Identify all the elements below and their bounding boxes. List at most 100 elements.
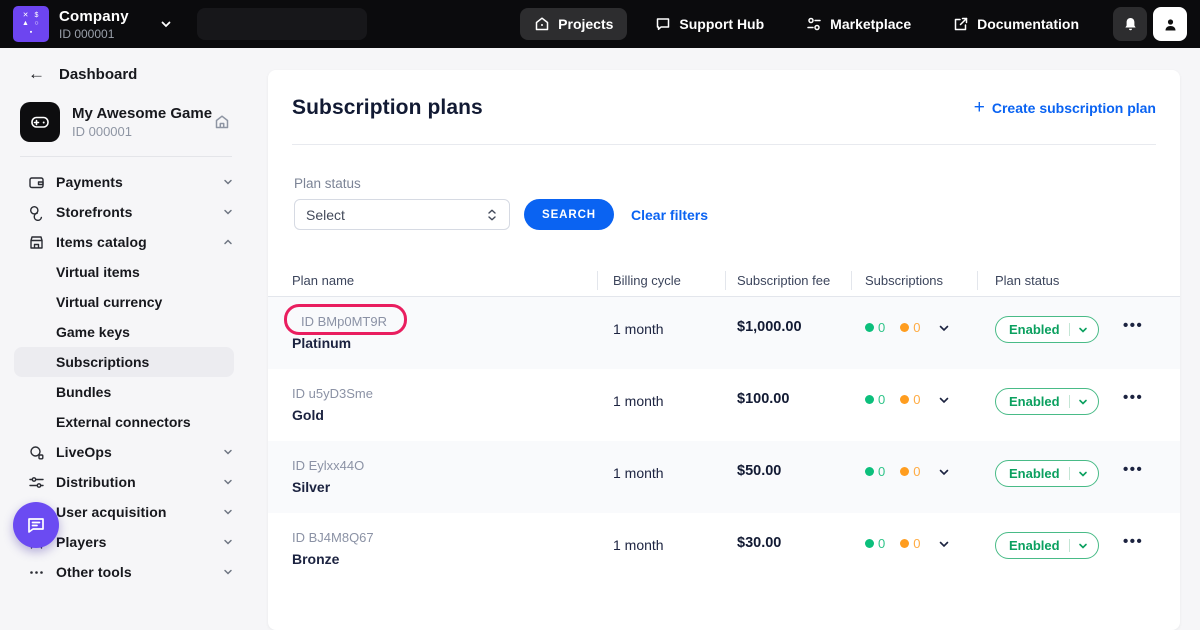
chat-widget-icon bbox=[24, 513, 48, 537]
account-button[interactable] bbox=[1153, 7, 1187, 41]
notifications-button[interactable] bbox=[1113, 7, 1147, 41]
chevron-up-icon bbox=[222, 236, 234, 248]
filters: Plan status Select SEARCH Clear filters bbox=[294, 176, 708, 230]
row-more-button[interactable]: ••• bbox=[1123, 317, 1143, 334]
chat-bubble-icon bbox=[655, 16, 671, 32]
subscriptions-expand-chevron[interactable] bbox=[937, 537, 951, 551]
plan-status-dropdown[interactable]: Enabled bbox=[995, 388, 1099, 415]
clear-filters-link[interactable]: Clear filters bbox=[631, 207, 708, 223]
sidebar-item-external-connectors[interactable]: External connectors bbox=[0, 407, 252, 437]
bell-icon bbox=[1122, 16, 1139, 33]
logo-glyph: ○ bbox=[34, 20, 38, 27]
ellipsis-icon bbox=[28, 564, 45, 581]
subscriptions-expand-chevron[interactable] bbox=[937, 393, 951, 407]
nav-support-hub[interactable]: Support Hub bbox=[641, 8, 778, 40]
external-link-icon bbox=[953, 16, 969, 32]
active-dot bbox=[865, 395, 874, 404]
project-row: My Awesome Game ID 000001 bbox=[20, 102, 232, 142]
company-switcher-chevron-icon[interactable] bbox=[159, 17, 173, 31]
sidebar-item-virtual-items[interactable]: Virtual items bbox=[0, 257, 252, 287]
sidebar-item-payments[interactable]: Payments bbox=[0, 167, 252, 197]
subscription-fee: $50.00 bbox=[737, 463, 781, 479]
link-icon bbox=[28, 204, 45, 221]
company-info: Company ID 000001 bbox=[59, 8, 129, 41]
back-to-dashboard[interactable]: ← Dashboard bbox=[0, 48, 252, 84]
company-logo[interactable]: ✕$ ▲○ ▪ bbox=[13, 6, 49, 42]
chevron-down-icon bbox=[222, 176, 234, 188]
pending-count: 0 bbox=[913, 392, 920, 407]
topbar: ✕$ ▲○ ▪ Company ID 000001 Projects Suppo… bbox=[0, 0, 1200, 48]
active-dot bbox=[865, 539, 874, 548]
plus-icon: + bbox=[974, 101, 985, 115]
billing-cycle: 1 month bbox=[613, 393, 664, 409]
active-count: 0 bbox=[878, 536, 885, 551]
plan-id: ID BMp0MT9R bbox=[301, 314, 387, 329]
plan-id: ID Eylxx44O bbox=[292, 458, 364, 473]
subscription-fee: $100.00 bbox=[737, 391, 789, 407]
company-name: Company bbox=[59, 8, 129, 25]
plan-id: ID u5yD3Sme bbox=[292, 386, 373, 401]
plan-status-select[interactable]: Select bbox=[294, 199, 510, 230]
pending-count: 0 bbox=[913, 536, 920, 551]
catalog-icon bbox=[806, 16, 822, 32]
chat-widget-button[interactable] bbox=[13, 502, 59, 548]
plan-name: Platinum bbox=[292, 335, 351, 351]
active-count: 0 bbox=[878, 464, 885, 479]
project-name: My Awesome Game bbox=[72, 105, 214, 122]
plan-status-dropdown[interactable]: Enabled bbox=[995, 532, 1099, 559]
column-separator bbox=[977, 271, 978, 290]
chevron-down-icon bbox=[222, 206, 234, 218]
logo-glyph: ▪ bbox=[30, 29, 32, 36]
sidebar: ← Dashboard My Awesome Game ID 000001 Pa… bbox=[0, 48, 252, 562]
project-id: ID 000001 bbox=[72, 124, 214, 139]
sidebar-item-subscriptions[interactable]: Subscriptions bbox=[14, 347, 234, 377]
logo-glyph: ✕ bbox=[23, 12, 29, 19]
billing-cycle: 1 month bbox=[613, 537, 664, 553]
chevron-down-icon bbox=[222, 506, 234, 518]
sidebar-item-virtual-currency[interactable]: Virtual currency bbox=[0, 287, 252, 317]
subscriptions-expand-chevron[interactable] bbox=[937, 465, 951, 479]
subscriptions-expand-chevron[interactable] bbox=[937, 321, 951, 335]
nav-projects[interactable]: Projects bbox=[520, 8, 627, 40]
subscriptions-cell: 0 0 bbox=[865, 320, 951, 335]
subscriptions-cell: 0 0 bbox=[865, 464, 951, 479]
nav-marketplace[interactable]: Marketplace bbox=[792, 8, 925, 40]
sidebar-item-distribution[interactable]: Distribution bbox=[0, 467, 252, 497]
pending-count: 0 bbox=[913, 320, 920, 335]
search-button[interactable]: SEARCH bbox=[524, 199, 614, 230]
table-row: ID u5yD3Sme Gold 1 month $100.00 0 0 Ena… bbox=[268, 369, 1180, 441]
column-billing-cycle: Billing cycle bbox=[613, 273, 681, 288]
nav-label: Marketplace bbox=[830, 16, 911, 32]
row-more-button[interactable]: ••• bbox=[1123, 461, 1143, 478]
sidebar-divider bbox=[20, 156, 232, 157]
sidebar-item-liveops[interactable]: LiveOps bbox=[0, 437, 252, 467]
wallet-icon bbox=[28, 174, 45, 191]
nav-documentation[interactable]: Documentation bbox=[939, 8, 1093, 40]
pending-dot bbox=[900, 467, 909, 476]
sidebar-item-items-catalog[interactable]: Items catalog bbox=[0, 227, 252, 257]
sidebar-item-game-keys[interactable]: Game keys bbox=[0, 317, 252, 347]
status-label: Enabled bbox=[1009, 394, 1060, 409]
row-more-button[interactable]: ••• bbox=[1123, 389, 1143, 406]
plan-name: Gold bbox=[292, 407, 324, 423]
column-separator bbox=[725, 271, 726, 290]
column-separator bbox=[851, 271, 852, 290]
pending-dot bbox=[900, 539, 909, 548]
column-subscriptions: Subscriptions bbox=[865, 273, 943, 288]
project-avatar[interactable] bbox=[20, 102, 60, 142]
row-more-button[interactable]: ••• bbox=[1123, 533, 1143, 550]
logo-glyph: $ bbox=[35, 12, 39, 19]
column-plan-status: Plan status bbox=[995, 273, 1059, 288]
sidebar-item-storefronts[interactable]: Storefronts bbox=[0, 197, 252, 227]
project-home-icon[interactable] bbox=[214, 114, 230, 130]
plan-status-dropdown[interactable]: Enabled bbox=[995, 316, 1099, 343]
pending-dot bbox=[900, 323, 909, 332]
table-row: ID Eylxx44O Silver 1 month $50.00 0 0 En… bbox=[268, 441, 1180, 513]
chevron-down-icon bbox=[222, 566, 234, 578]
plan-status-dropdown[interactable]: Enabled bbox=[995, 460, 1099, 487]
create-subscription-plan-link[interactable]: + Create subscription plan bbox=[974, 100, 1156, 116]
sidebar-item-bundles[interactable]: Bundles bbox=[0, 377, 252, 407]
main-card: Subscription plans + Create subscription… bbox=[268, 70, 1180, 630]
status-chevron-icon bbox=[1077, 396, 1089, 408]
create-link-label: Create subscription plan bbox=[992, 100, 1156, 116]
